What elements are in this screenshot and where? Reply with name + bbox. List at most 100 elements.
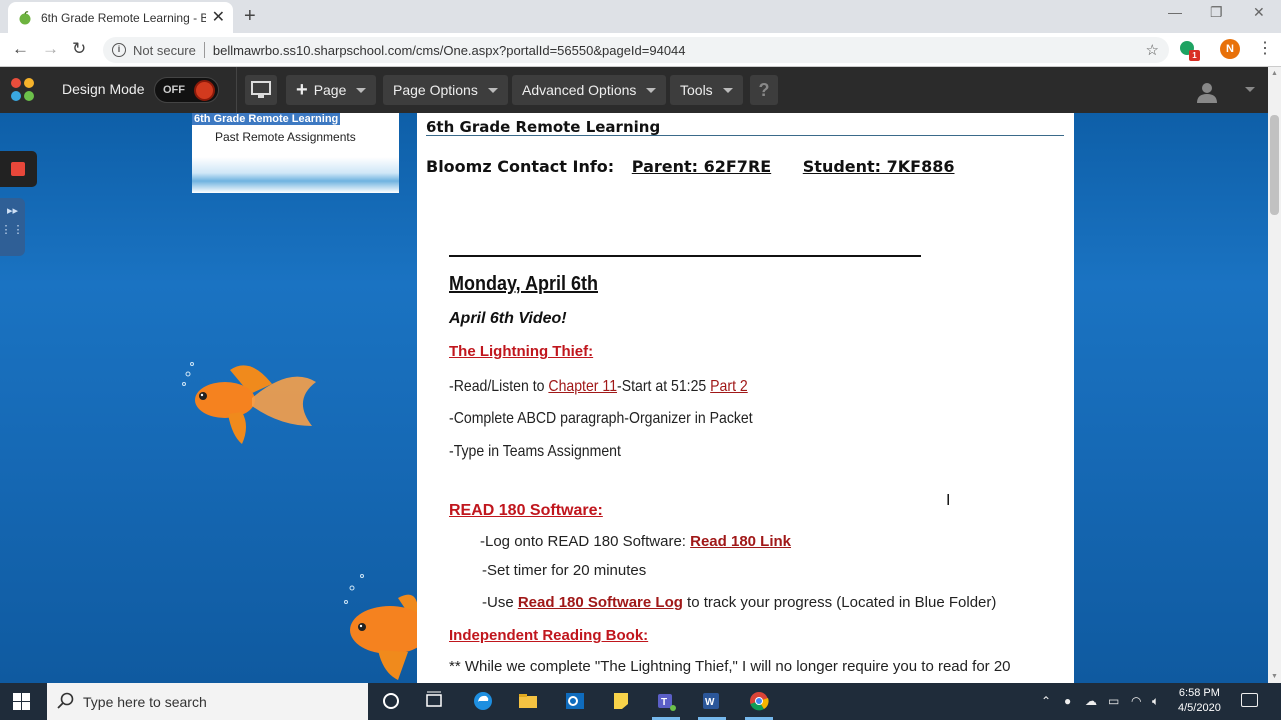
stop-recording-button[interactable]: [0, 151, 37, 187]
toggle-state: OFF: [163, 84, 185, 96]
chevron-down-icon: [356, 87, 367, 93]
forward-arrow-icon[interactable]: →: [42, 39, 59, 59]
user-avatar-icon[interactable]: [1196, 81, 1218, 103]
tools-button[interactable]: Tools: [670, 75, 743, 105]
profile-avatar[interactable]: N: [1220, 39, 1240, 59]
horizontal-rule: [449, 255, 921, 257]
word-icon[interactable]: W: [700, 690, 722, 712]
sticky-notes-icon[interactable]: [610, 690, 632, 712]
divider: [203, 42, 205, 58]
main-content: 6th Grade Remote Learning Bloomz Contact…: [417, 113, 1074, 683]
page-options-label: Page Options: [393, 82, 478, 98]
scroll-down-icon[interactable]: ▼: [1271, 673, 1278, 680]
info-icon[interactable]: i: [112, 43, 126, 57]
tab-close-icon[interactable]: ✕: [212, 9, 225, 26]
bloomz-label: Bloomz Contact Info:: [426, 157, 615, 176]
battery-icon[interactable]: ▭: [1108, 694, 1119, 708]
divider: [236, 67, 237, 113]
monitor-icon: [251, 81, 271, 98]
scrollbar-thumb[interactable]: [1270, 115, 1279, 215]
cortana-icon[interactable]: [380, 690, 402, 712]
svg-text:W: W: [705, 697, 715, 708]
chevron-down-icon: [646, 87, 657, 93]
new-tab-button[interactable]: +: [244, 5, 256, 27]
svg-text:T: T: [661, 697, 667, 708]
tools-label: Tools: [680, 82, 713, 98]
page-scrollbar[interactable]: ▲ ▼: [1268, 67, 1281, 683]
extension-badge: 1: [1189, 50, 1200, 61]
help-button[interactable]: ?: [750, 75, 778, 105]
line-text: to track your progress (Located in Blue …: [682, 594, 997, 611]
left-nav: 6th Grade Remote Learning Past Remote As…: [192, 113, 399, 193]
browser-tab[interactable]: 6th Grade Remote Learning - Bel ✕: [8, 2, 233, 33]
taskbar-search-box[interactable]: Type here to search: [47, 683, 368, 720]
independent-reading-heading: Independent Reading Book:: [449, 627, 649, 644]
line-text: -Start at 51:25: [617, 378, 711, 395]
restore-icon[interactable]: ❐: [1210, 4, 1223, 21]
nav-item-past-assignments[interactable]: Past Remote Assignments: [215, 130, 356, 144]
outlook-icon[interactable]: [564, 690, 586, 712]
grip-icon: ⋮⋮: [0, 224, 25, 236]
plus-icon: +: [296, 78, 308, 101]
back-arrow-icon[interactable]: ←: [12, 39, 29, 59]
search-icon: [57, 692, 74, 709]
clock-date: 4/5/2020: [1178, 702, 1221, 714]
lightning-thief-heading: The Lightning Thief:: [449, 343, 594, 360]
advanced-options-label: Advanced Options: [522, 82, 637, 98]
page-menu-button[interactable]: + Page: [286, 75, 377, 105]
address-bar[interactable]: i Not secure bellmawrbo.ss10.sharpschool…: [103, 37, 1169, 63]
chrome-icon[interactable]: [748, 690, 770, 712]
chapter-11-link[interactable]: Chapter 11: [548, 378, 617, 395]
wifi-icon[interactable]: ◠: [1131, 694, 1141, 708]
desktop-view-button[interactable]: [245, 75, 277, 105]
goldfish-image: [182, 362, 316, 444]
volume-icon[interactable]: 🔈︎: [1152, 694, 1159, 709]
bloomz-student-code: Student: 7KF886: [802, 157, 955, 176]
read180-line-2: -Set timer for 20 minutes: [482, 562, 647, 579]
onedrive-icon[interactable]: ☁: [1085, 694, 1097, 708]
window-close-icon[interactable]: ✕: [1253, 4, 1265, 21]
bloomz-parent-code: Parent: 62F7RE: [631, 157, 772, 176]
page-title: 6th Grade Remote Learning: [426, 118, 661, 136]
tray-chevron-icon[interactable]: ⌃: [1041, 694, 1051, 708]
search-placeholder: Type here to search: [83, 693, 207, 710]
task-view-icon[interactable]: [424, 690, 446, 712]
design-mode-label: Design Mode: [62, 81, 145, 97]
minimize-icon[interactable]: —: [1168, 4, 1182, 20]
read-180-link[interactable]: Read 180 Link: [690, 533, 791, 550]
lightning-line-2: -Complete ABCD paragraph-Organizer in Pa…: [449, 410, 753, 427]
read180-heading: READ 180 Software:: [449, 502, 603, 519]
line-text: -Read/Listen to: [449, 378, 549, 395]
day-heading: Monday, April 6th: [449, 273, 599, 295]
windows-start-icon[interactable]: [13, 693, 30, 710]
page-background: 6th Grade Remote Learning Past Remote As…: [0, 113, 1268, 683]
read-180-software-log-link[interactable]: Read 180 Software Log: [518, 594, 683, 611]
stop-icon: [11, 162, 25, 176]
page-menu-label: Page: [313, 82, 347, 98]
apple-favicon-icon: [19, 10, 31, 24]
microphone-icon[interactable]: ●: [1064, 694, 1071, 708]
video-heading: April 6th Video!: [449, 310, 567, 327]
line-text: -Use: [482, 594, 518, 611]
page-options-button[interactable]: Page Options: [383, 75, 508, 105]
url-text[interactable]: bellmawrbo.ss10.sharpschool.com/cms/One.…: [213, 43, 686, 58]
nav-item-6th-grade[interactable]: 6th Grade Remote Learning: [192, 113, 341, 125]
user-menu-chevron-icon[interactable]: [1245, 87, 1255, 92]
edge-icon[interactable]: [472, 690, 494, 712]
system-clock[interactable]: 6:58 PM 4/5/2020: [1178, 686, 1221, 716]
menu-kebab-icon[interactable]: ⋮: [1257, 38, 1273, 58]
file-explorer-icon[interactable]: [517, 690, 539, 712]
sharpschool-logo-icon[interactable]: [11, 78, 35, 102]
bookmark-star-icon[interactable]: ☆: [1146, 41, 1159, 59]
clock-time: 6:58 PM: [1178, 687, 1220, 699]
advanced-options-button[interactable]: Advanced Options: [512, 75, 667, 105]
side-panel-handle[interactable]: ▸▸ ⋮⋮: [0, 198, 25, 256]
scroll-up-icon[interactable]: ▲: [1271, 70, 1278, 77]
design-mode-toggle[interactable]: OFF: [154, 77, 219, 103]
notifications-icon[interactable]: [1241, 693, 1258, 707]
reload-icon[interactable]: ↻: [72, 39, 86, 59]
cms-toolbar: Design Mode OFF + Page Page Options Adva…: [0, 67, 1281, 113]
part-2-link[interactable]: Part 2: [710, 378, 748, 395]
chevron-down-icon: [487, 87, 498, 93]
teams-icon[interactable]: T: [655, 690, 677, 712]
